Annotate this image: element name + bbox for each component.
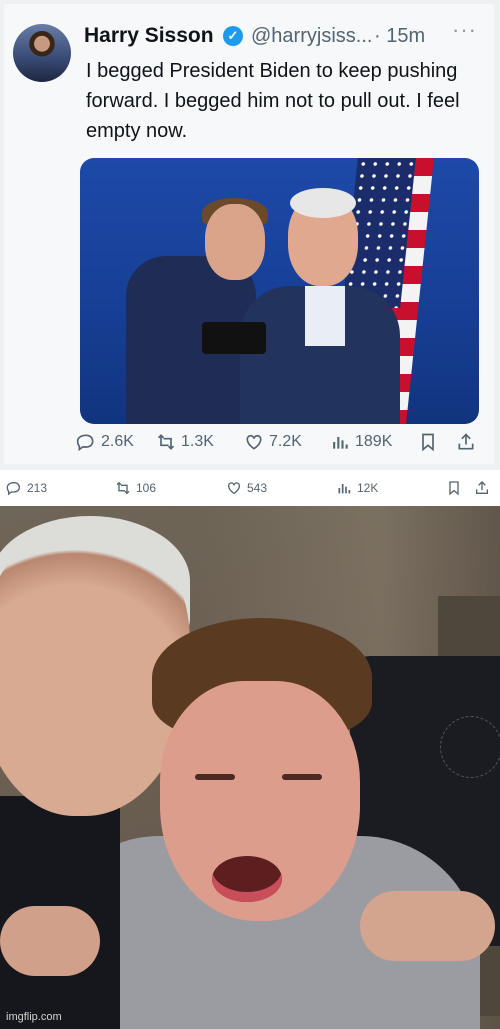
reply-icon bbox=[6, 481, 21, 496]
reply-count: 213 bbox=[27, 481, 48, 495]
share-button[interactable] bbox=[456, 432, 476, 452]
repost-count: 106 bbox=[136, 481, 157, 495]
like-button[interactable]: 7.2K bbox=[244, 432, 302, 452]
views-icon bbox=[338, 484, 351, 494]
reply-count: 2.6K bbox=[101, 433, 134, 450]
share-button[interactable] bbox=[474, 480, 490, 496]
photographer-stamp bbox=[440, 716, 500, 778]
like-count: 543 bbox=[247, 481, 268, 495]
closed-eye-left bbox=[195, 774, 235, 780]
views-icon bbox=[333, 437, 348, 449]
heart-icon bbox=[228, 482, 240, 495]
phone bbox=[202, 322, 266, 354]
tweet-container: Harry Sisson ✓ @harryjsiss... · 15m ··· … bbox=[4, 4, 494, 464]
reply-icon bbox=[76, 434, 94, 452]
tweet-actions: 2.6K 1.3K 7.2K 189K bbox=[76, 432, 486, 460]
reply-button[interactable]: 2.6K bbox=[76, 432, 134, 452]
repost-button[interactable]: 106 bbox=[115, 480, 156, 496]
share-icon bbox=[476, 481, 488, 494]
more-options-icon[interactable]: ··· bbox=[452, 17, 477, 43]
tweet-text: I begged President Biden to keep pushing… bbox=[86, 60, 460, 142]
verified-badge-icon: ✓ bbox=[223, 26, 243, 46]
views-button[interactable]: 12K bbox=[336, 480, 378, 496]
bookmark-icon bbox=[449, 481, 459, 496]
reaction-photo: imgflip.com bbox=[0, 506, 500, 1029]
hand-left bbox=[0, 906, 100, 976]
reply-button[interactable]: 213 bbox=[6, 480, 47, 496]
author-handle[interactable]: @harryjsiss... bbox=[251, 25, 372, 48]
avatar[interactable] bbox=[13, 24, 71, 82]
repost-button[interactable]: 1.3K bbox=[156, 432, 214, 452]
person-left-head bbox=[205, 204, 265, 280]
tweet-card: Harry Sisson ✓ @harryjsiss... · 15m ··· … bbox=[0, 0, 500, 470]
timestamp[interactable]: · 15m bbox=[374, 25, 425, 48]
person-right-shirt bbox=[305, 286, 345, 346]
open-mouth bbox=[212, 856, 282, 902]
imgflip-watermark: imgflip.com bbox=[6, 1011, 62, 1023]
author-name[interactable]: Harry Sisson bbox=[84, 24, 214, 48]
repost-icon bbox=[157, 434, 175, 450]
views-count: 189K bbox=[355, 433, 393, 450]
closed-eye-right bbox=[282, 774, 322, 780]
like-button[interactable]: 543 bbox=[226, 480, 267, 496]
repost-count: 1.3K bbox=[181, 433, 214, 450]
heart-icon bbox=[246, 434, 262, 450]
bookmark-button[interactable] bbox=[418, 432, 438, 452]
repost-icon bbox=[116, 481, 130, 495]
hand-right bbox=[360, 891, 495, 961]
bookmark-icon bbox=[422, 433, 434, 452]
tweet-photo[interactable] bbox=[80, 158, 479, 424]
views-button[interactable]: 189K bbox=[330, 432, 392, 452]
share-icon bbox=[458, 433, 474, 450]
like-count: 7.2K bbox=[269, 433, 302, 450]
secondary-action-row: 213 106 543 12K bbox=[0, 472, 500, 506]
person-right-hair bbox=[290, 188, 356, 218]
views-count: 12K bbox=[357, 481, 379, 495]
bookmark-button[interactable] bbox=[446, 480, 462, 496]
